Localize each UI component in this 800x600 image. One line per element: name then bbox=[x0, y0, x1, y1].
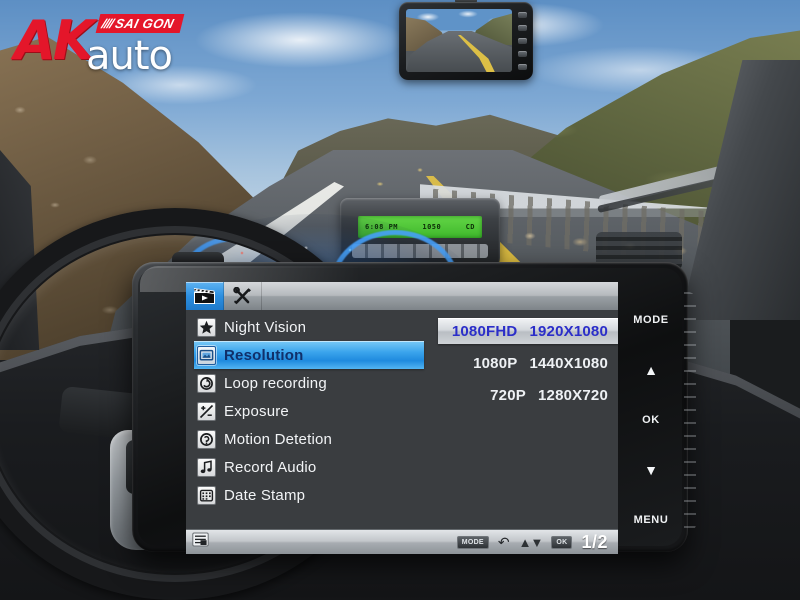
menu-item-label: Exposure bbox=[224, 402, 289, 420]
menu-item-date-stamp[interactable]: Date Stamp bbox=[194, 481, 424, 509]
inset-button-2 bbox=[517, 25, 527, 31]
music-note-icon bbox=[197, 457, 216, 477]
menu-item-label: Date Stamp bbox=[224, 486, 306, 504]
exposure-icon bbox=[197, 401, 216, 421]
option-value: 1920X1080 bbox=[529, 322, 608, 340]
status-bar-left bbox=[192, 532, 209, 552]
screen-status-bar: MODE ↶ ▲▼ OK 1/2 bbox=[186, 529, 618, 554]
inset-button-1 bbox=[517, 12, 527, 18]
menu-body: Night Vision Resolution Loop recording E… bbox=[186, 310, 618, 529]
list-settings-icon bbox=[192, 532, 209, 552]
inset-dashcam-side-buttons bbox=[515, 12, 529, 70]
badge-label: SAI GON bbox=[113, 16, 176, 31]
radio-lcd-frequency: 1050 bbox=[422, 223, 442, 231]
device-hardware-buttons: MODE ▲ OK ▼ MENU bbox=[622, 286, 680, 552]
dashcam-screen: Night Vision Resolution Loop recording E… bbox=[186, 282, 618, 554]
menu-item-label: Night Vision bbox=[224, 318, 307, 336]
hw-button-menu[interactable]: MENU bbox=[634, 514, 669, 526]
tab-system-settings[interactable] bbox=[224, 282, 262, 310]
brand-logo: ////SAI GON AK auto bbox=[12, 6, 202, 78]
menu-item-label: Loop recording bbox=[224, 374, 327, 392]
menu-item-motion-detection[interactable]: Motion Detetion bbox=[194, 425, 424, 453]
inset-button-3 bbox=[517, 38, 527, 44]
back-arrow-icon: ↶ bbox=[497, 533, 510, 550]
logo-secondary-text: auto bbox=[86, 33, 173, 79]
saigon-badge: ////SAI GON bbox=[95, 14, 185, 33]
resolution-options-panel: 1080FHD 1920X1080 1080P 1440X1080 720P 1… bbox=[432, 310, 618, 529]
star-icon bbox=[197, 317, 216, 337]
menu-item-label: Motion Detetion bbox=[224, 430, 333, 448]
option-1080p[interactable]: 1080P 1440X1080 bbox=[432, 350, 618, 376]
ok-key-badge: OK bbox=[551, 535, 573, 549]
menu-item-label: Record Audio bbox=[224, 458, 317, 476]
menu-item-exposure[interactable]: Exposure bbox=[194, 397, 424, 425]
tools-icon bbox=[233, 287, 252, 305]
hw-button-mode[interactable]: MODE bbox=[633, 314, 668, 326]
hw-button-up[interactable]: ▲ bbox=[644, 363, 658, 377]
menu-item-loop-recording[interactable]: Loop recording bbox=[194, 369, 424, 397]
logo-primary-text: AK bbox=[14, 9, 95, 72]
menu-item-record-audio[interactable]: Record Audio bbox=[194, 453, 424, 481]
option-name: 720P bbox=[490, 386, 526, 404]
menu-item-night-vision[interactable]: Night Vision bbox=[194, 313, 424, 341]
option-1080fhd[interactable]: 1080FHD 1920X1080 bbox=[438, 318, 618, 344]
status-bar-right: MODE ↶ ▲▼ OK 1/2 bbox=[456, 531, 608, 553]
menu-item-label: Resolution bbox=[224, 346, 304, 364]
option-720p[interactable]: 720P 1280X720 bbox=[432, 382, 618, 408]
inset-button-5 bbox=[517, 64, 527, 70]
menu-item-resolution[interactable]: Resolution bbox=[194, 341, 424, 369]
hw-button-ok[interactable]: OK bbox=[642, 414, 660, 426]
badge-slashes-icon: //// bbox=[100, 16, 115, 31]
hw-button-down[interactable]: ▼ bbox=[644, 463, 658, 477]
date-grid-icon bbox=[197, 485, 216, 505]
settings-menu-list: Night Vision Resolution Loop recording E… bbox=[186, 310, 432, 529]
device-side-ridges bbox=[684, 292, 696, 532]
option-name: 1080P bbox=[473, 354, 518, 372]
motion-icon bbox=[197, 429, 216, 449]
mode-key-badge: MODE bbox=[456, 535, 489, 549]
inset-dashcam-screen bbox=[406, 9, 512, 72]
inset-button-4 bbox=[517, 51, 527, 57]
loop-icon bbox=[197, 373, 216, 393]
dashcam-product-scene: 6:08 PM 1050 CD ////SAI GON AK auto bbox=[0, 0, 800, 600]
tab-video-mode[interactable] bbox=[186, 282, 224, 310]
page-indicator: 1/2 bbox=[581, 531, 608, 552]
option-name: 1080FHD bbox=[451, 322, 518, 340]
option-value: 1440X1080 bbox=[529, 354, 608, 372]
monitor-icon bbox=[197, 345, 216, 365]
menu-tab-bar bbox=[186, 282, 618, 310]
up-down-arrows-icon: ▲▼ bbox=[518, 534, 544, 550]
radio-lcd-source: CD bbox=[465, 223, 475, 231]
option-value: 1280X720 bbox=[537, 386, 608, 404]
clapperboard-icon bbox=[194, 288, 215, 304]
